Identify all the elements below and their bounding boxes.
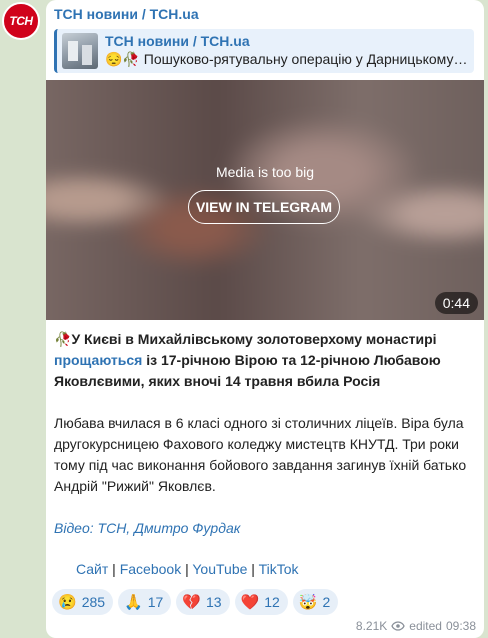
reaction-pray[interactable]: 🙏 17 [118,589,172,615]
reaction-exploding-head[interactable]: 🤯 2 [292,589,339,615]
reaction-heart[interactable]: ❤️ 12 [234,589,288,615]
reactions-bar: 😢 285 🙏 17 💔 13 ❤️ 12 🤯 2 [52,589,339,615]
video-duration-badge: 0:44 [434,292,478,314]
wilted-rose-emoji: 🥀 [54,331,72,347]
link-separator: | [108,561,120,577]
view-in-telegram-button[interactable]: VIEW IN TELEGRAM [188,190,340,224]
site-link[interactable]: Сайт [76,561,108,577]
reaction-count: 13 [206,594,222,610]
reaction-count: 285 [81,594,106,610]
channel-name[interactable]: ТСН новини / TCH.ua [54,6,199,22]
exploding-head-icon: 🤯 [298,593,318,611]
edited-label: edited [409,619,442,633]
video-credit: Відео: ТСН, Дмитро Фурдак [54,520,241,536]
media-too-big-notice: Media is too big [215,164,315,180]
social-links: Сайт | Facebook | YouTube | TikTok [76,561,299,577]
youtube-link[interactable]: YouTube [192,561,247,577]
red-heart-icon: ❤️ [240,593,260,611]
caption-paragraph: Любава вчилася в 6 класі одного зі столи… [54,415,467,494]
video-media[interactable]: Media is too big VIEW IN TELEGRAM 0:44 [46,80,484,320]
message-bubble: ТСН новини / TCH.ua ТСН новини / TCH.ua … [46,0,484,638]
reaction-count: 12 [264,594,280,610]
tiktok-link[interactable]: TikTok [259,561,299,577]
reaction-broken-heart[interactable]: 💔 13 [176,589,230,615]
reply-preview[interactable]: ТСН новини / TCH.ua 😔🥀 Пошуково-рятуваль… [54,29,474,73]
reply-title: ТСН новини / TCH.ua [105,33,250,49]
channel-avatar[interactable]: ТСН [2,2,40,40]
caption-headline: 🥀У Києві в Михайлівському золотоверхому … [54,329,476,392]
reaction-count: 2 [322,594,331,610]
link-separator: | [247,561,259,577]
eye-icon [391,621,405,631]
folded-hands-icon: 🙏 [124,593,143,611]
facebook-link[interactable]: Facebook [120,561,181,577]
message-caption: 🥀У Києві в Михайлівському золотоверхому … [54,329,476,539]
reaction-crying[interactable]: 😢 285 [52,589,114,615]
message-meta: 8.21K edited 09:38 [356,619,476,633]
message-time: 09:38 [445,619,476,633]
link-separator: | [181,561,193,577]
reaction-count: 17 [147,594,164,610]
reply-text: 😔🥀 Пошуково-рятувальну операцію у Дарниц… [105,51,468,67]
broken-heart-icon: 💔 [182,593,201,611]
crying-face-icon: 😢 [58,593,77,611]
reply-thumbnail [62,33,98,69]
headline-text-1: У Києві в Михайлівському золотоверхому м… [71,331,437,347]
view-count: 8.21K [355,619,388,633]
headline-link[interactable]: прощаються [54,352,142,368]
